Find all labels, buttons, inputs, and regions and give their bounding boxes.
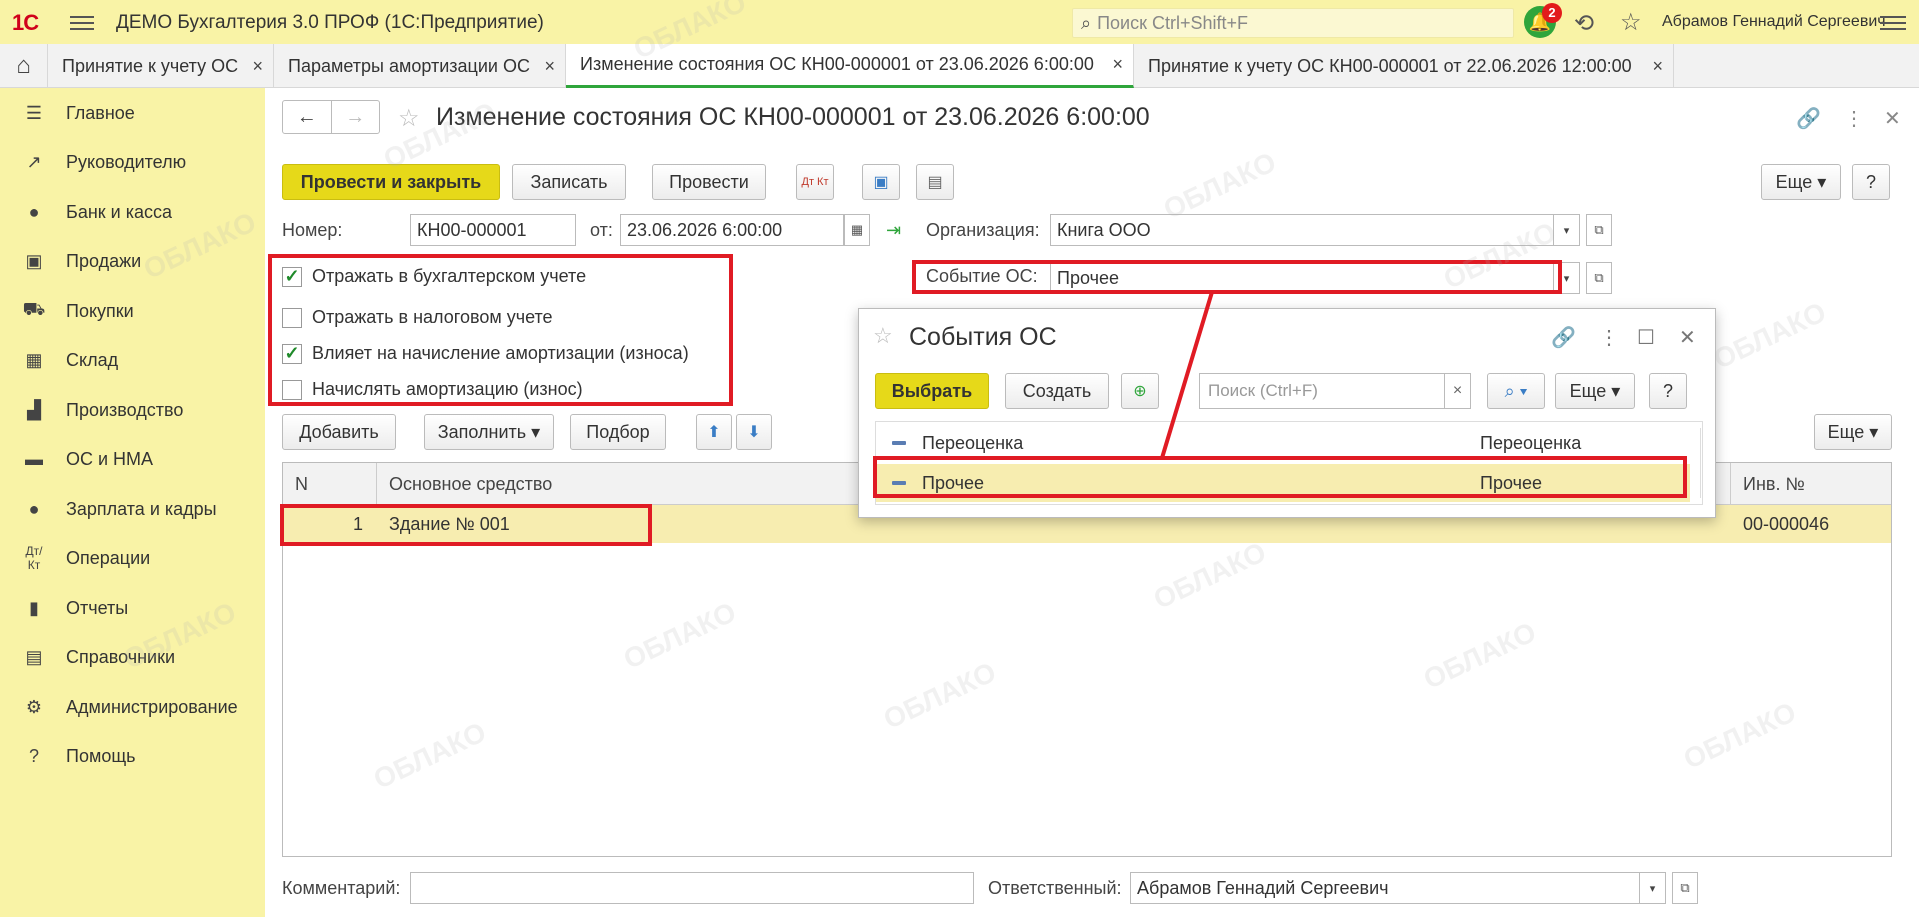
annotation-connector-line [1160, 291, 1214, 459]
